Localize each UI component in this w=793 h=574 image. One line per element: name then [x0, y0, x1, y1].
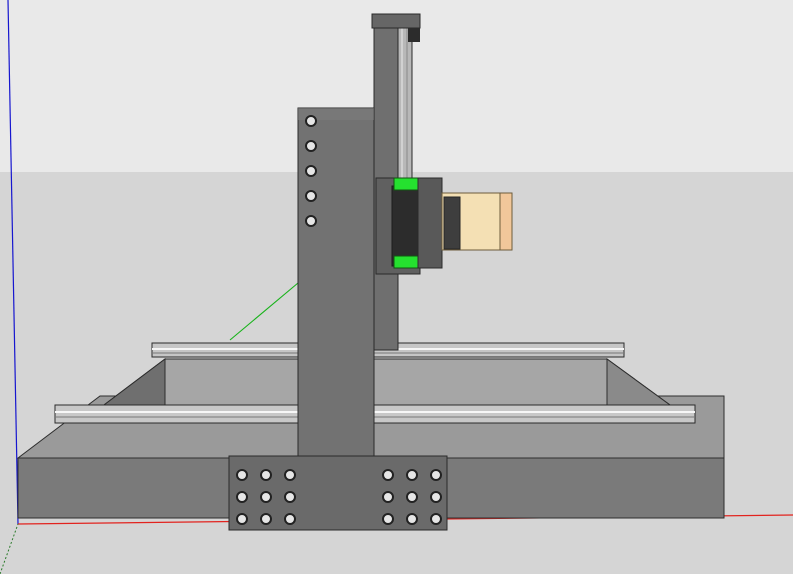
- model-scene[interactable]: [0, 0, 793, 574]
- spindle-mount: [443, 196, 461, 250]
- lower-rail-stop: [393, 255, 419, 269]
- column-cap-block: [408, 28, 420, 42]
- carriage-block: [391, 185, 421, 267]
- upper-rail-stop: [393, 177, 419, 191]
- left-bolt-grid: [236, 469, 296, 525]
- linear-rail-front[interactable]: [54, 404, 696, 424]
- right-bolt-grid: [382, 469, 442, 525]
- spindle-cap: [499, 192, 513, 251]
- column-cap: [371, 13, 421, 29]
- 3d-viewport[interactable]: [0, 0, 793, 574]
